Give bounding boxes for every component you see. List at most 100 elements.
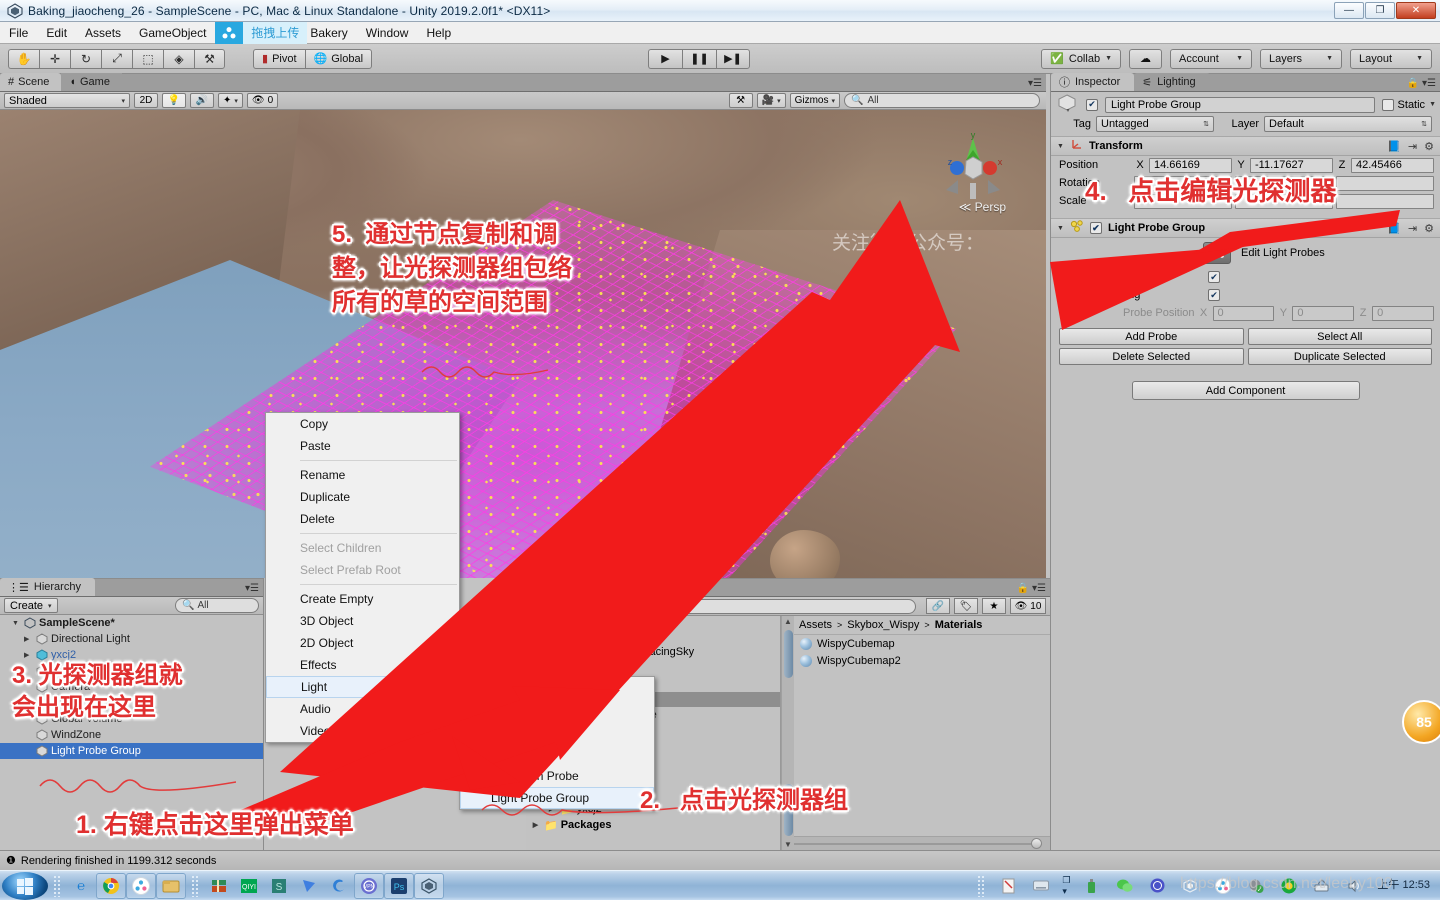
upload-plugin-icon[interactable] xyxy=(215,21,244,44)
submenu-item-directional-light[interactable]: Directional Light xyxy=(460,677,654,699)
show-hidden-icons-icon[interactable]: ❐ ▾ xyxy=(1059,873,1073,899)
asset-item-wispycubemap2[interactable]: WispyCubemap2 xyxy=(794,652,1050,669)
help-icon[interactable]: 📘 xyxy=(1387,140,1401,153)
vpn-app-icon[interactable]: VPN xyxy=(354,872,384,899)
transform-component-header[interactable]: ▼ Transform 📘 ⇥ ⚙ xyxy=(1051,136,1440,156)
position-x-field[interactable]: 14.66169 xyxy=(1149,157,1232,173)
scale-tool-icon[interactable]: ⤢ xyxy=(101,48,132,69)
context-menu-item-create-empty[interactable]: Create Empty xyxy=(266,588,459,610)
probe-z-field[interactable]: 0 xyxy=(1372,305,1434,321)
light-probe-group-component-header[interactable]: ▼ ✔ Light Probe Group 📘 ⇥ ⚙ xyxy=(1051,218,1440,238)
project-tree-row[interactable]: 📁 Materials xyxy=(526,628,780,644)
tab-scene[interactable]: # Scene xyxy=(0,73,62,91)
file-explorer-icon[interactable] xyxy=(156,872,186,899)
move-tool-icon[interactable]: ✛ xyxy=(39,48,70,69)
minimize-button[interactable]: — xyxy=(1334,2,1364,19)
hierarchy-row-samplescene[interactable]: ▼ SampleScene* xyxy=(0,615,263,631)
hand-tool-icon[interactable]: ✋ xyxy=(8,48,39,69)
chevron-down-icon[interactable]: ▼ xyxy=(1429,101,1436,108)
static-toggle[interactable]: Static ▼ xyxy=(1381,98,1436,111)
scene-fx-dropdown[interactable]: ✦ ▾ xyxy=(218,93,243,108)
status-bar[interactable]: ❶ Rendering finished in 1199.312 seconds xyxy=(0,850,1440,870)
chevron-down-icon[interactable]: ▼ xyxy=(1057,225,1064,232)
tab-lighting[interactable]: ⚟ Lighting xyxy=(1134,73,1210,91)
shading-mode-dropdown[interactable]: Shaded ▾ xyxy=(4,93,130,108)
project-tree-row[interactable]: ▼ 📁 SKYBOX_MenacingSky xyxy=(526,644,780,660)
project-options-icon[interactable]: 🔒 ▾☰ xyxy=(1017,583,1046,594)
tab-game[interactable]: ◖ Game xyxy=(61,73,122,91)
restore-button[interactable]: ❐ xyxy=(1365,2,1395,19)
chevron-down-icon[interactable]: ▼ xyxy=(546,649,557,656)
tray-grip[interactable] xyxy=(977,874,986,897)
close-button[interactable]: ✕ xyxy=(1396,2,1436,19)
preset-icon[interactable]: ⇥ xyxy=(1408,222,1417,235)
hierarchy-context-menu[interactable]: Copy Paste Rename Duplicate Delete Selec… xyxy=(265,412,460,743)
gameobject-enabled-checkbox[interactable]: ✔ xyxy=(1086,98,1098,111)
menu-file[interactable]: File xyxy=(0,23,37,43)
inspector-options-icon[interactable]: 🔒 ▾☰ xyxy=(1407,78,1436,89)
submenu-item-reflection-probe[interactable]: Reflection Probe xyxy=(460,765,654,787)
position-y-field[interactable]: -11.17627 xyxy=(1250,157,1333,173)
scale-z-field[interactable] xyxy=(1336,193,1434,209)
select-all-button[interactable]: Select All xyxy=(1247,328,1432,345)
position-z-field[interactable]: 42.45466 xyxy=(1351,157,1434,173)
light-submenu[interactable]: Directional Light Point Light Spotlight … xyxy=(459,676,655,810)
rect-tool-icon[interactable]: ⬚ xyxy=(132,48,163,69)
tab-hierarchy[interactable]: ⋮☰ Hierarchy xyxy=(0,578,95,596)
chevron-right-icon[interactable]: ▶ xyxy=(24,651,36,659)
menu-assets[interactable]: Assets xyxy=(76,23,130,43)
context-menu-item-copy[interactable]: Copy xyxy=(266,413,459,435)
context-menu-item-video[interactable]: Video ▶ xyxy=(266,720,459,742)
gear-icon[interactable]: ⚙ xyxy=(1424,222,1434,235)
delete-selected-button[interactable]: Delete Selected xyxy=(1059,348,1244,365)
substance-icon[interactable]: S xyxy=(264,873,294,899)
toolbar-grip-2[interactable] xyxy=(191,874,199,897)
qiyi-player-icon[interactable]: QIYI xyxy=(234,873,264,899)
probe-x-field[interactable]: 0 xyxy=(1212,305,1275,321)
hierarchy-row-windzone[interactable]: WindZone xyxy=(0,727,263,743)
scene-camera-icon[interactable]: 🎥 ▾ xyxy=(756,93,786,108)
rotation-z-field[interactable] xyxy=(1336,175,1434,191)
menu-window[interactable]: Window xyxy=(357,23,418,43)
swirl-app-icon[interactable] xyxy=(324,873,354,899)
cloud-button[interactable]: ☁ xyxy=(1129,48,1162,69)
photoshop-icon[interactable]: Ps xyxy=(384,872,414,899)
breadcrumb-skybox-wispy[interactable]: Skybox_Wispy xyxy=(847,619,919,631)
asset-item-wispycubemap[interactable]: WispyCubemap xyxy=(794,635,1050,652)
unity-taskbar-icon[interactable] xyxy=(414,872,444,899)
start-button[interactable] xyxy=(2,871,48,900)
camera-projection-label[interactable]: ≪ Persp xyxy=(959,200,1006,214)
project-search-input[interactable]: 🔍 xyxy=(593,598,916,614)
context-menu-item-paste[interactable]: Paste xyxy=(266,435,459,457)
pivot-toggle[interactable]: ▮ Pivot xyxy=(253,48,305,69)
menu-edit[interactable]: Edit xyxy=(37,23,76,43)
context-menu-item-effects[interactable]: Effects ▶ xyxy=(266,654,459,676)
breadcrumb-assets[interactable]: Assets xyxy=(799,619,832,631)
menu-gameobject[interactable]: GameObject xyxy=(130,23,215,43)
global-toggle[interactable]: 🌐 Global xyxy=(304,48,373,69)
add-probe-button[interactable]: Add Probe xyxy=(1059,328,1244,345)
scroll-up-arrow-icon[interactable]: ▲ xyxy=(784,617,792,626)
scene-lighting-toggle[interactable]: 💡 xyxy=(162,93,186,108)
show-wireframe-checkbox[interactable]: ✔ xyxy=(1208,271,1220,283)
chrome-icon[interactable] xyxy=(96,872,126,899)
layers-button[interactable]: Layers ▼ xyxy=(1260,48,1342,69)
scrollbar-thumb[interactable] xyxy=(784,630,793,678)
hierarchy-search-input[interactable]: 🔍 All xyxy=(175,598,259,613)
hierarchy-row-directional-light[interactable]: ▶ Directional Light xyxy=(0,631,263,647)
blue-app-icon[interactable] xyxy=(294,873,324,899)
tag-dropdown[interactable]: Untagged ⇅ xyxy=(1096,116,1214,132)
layout-button[interactable]: Layout ▼ xyxy=(1350,48,1432,69)
filter-by-label-icon[interactable]: 🏷 xyxy=(954,598,978,614)
hierarchy-create-button[interactable]: Create ▾ xyxy=(4,598,58,613)
scene-audio-toggle[interactable]: 🔊 xyxy=(190,93,214,108)
context-menu-item-duplicate[interactable]: Duplicate xyxy=(266,486,459,508)
duplicate-selected-button[interactable]: Duplicate Selected xyxy=(1247,348,1432,365)
light-probe-group-enabled-checkbox[interactable]: ✔ xyxy=(1089,222,1102,234)
preset-icon[interactable]: ⇥ xyxy=(1408,140,1417,153)
scene-options-icon[interactable]: ▾☰ xyxy=(1028,78,1042,89)
asset-zoom-slider[interactable] xyxy=(794,836,1050,850)
favorites-star-icon[interactable]: ★ xyxy=(982,598,1006,614)
toggle-2d-button[interactable]: 2D xyxy=(134,93,158,108)
gameobject-name-field[interactable]: Light Probe Group xyxy=(1105,96,1375,113)
